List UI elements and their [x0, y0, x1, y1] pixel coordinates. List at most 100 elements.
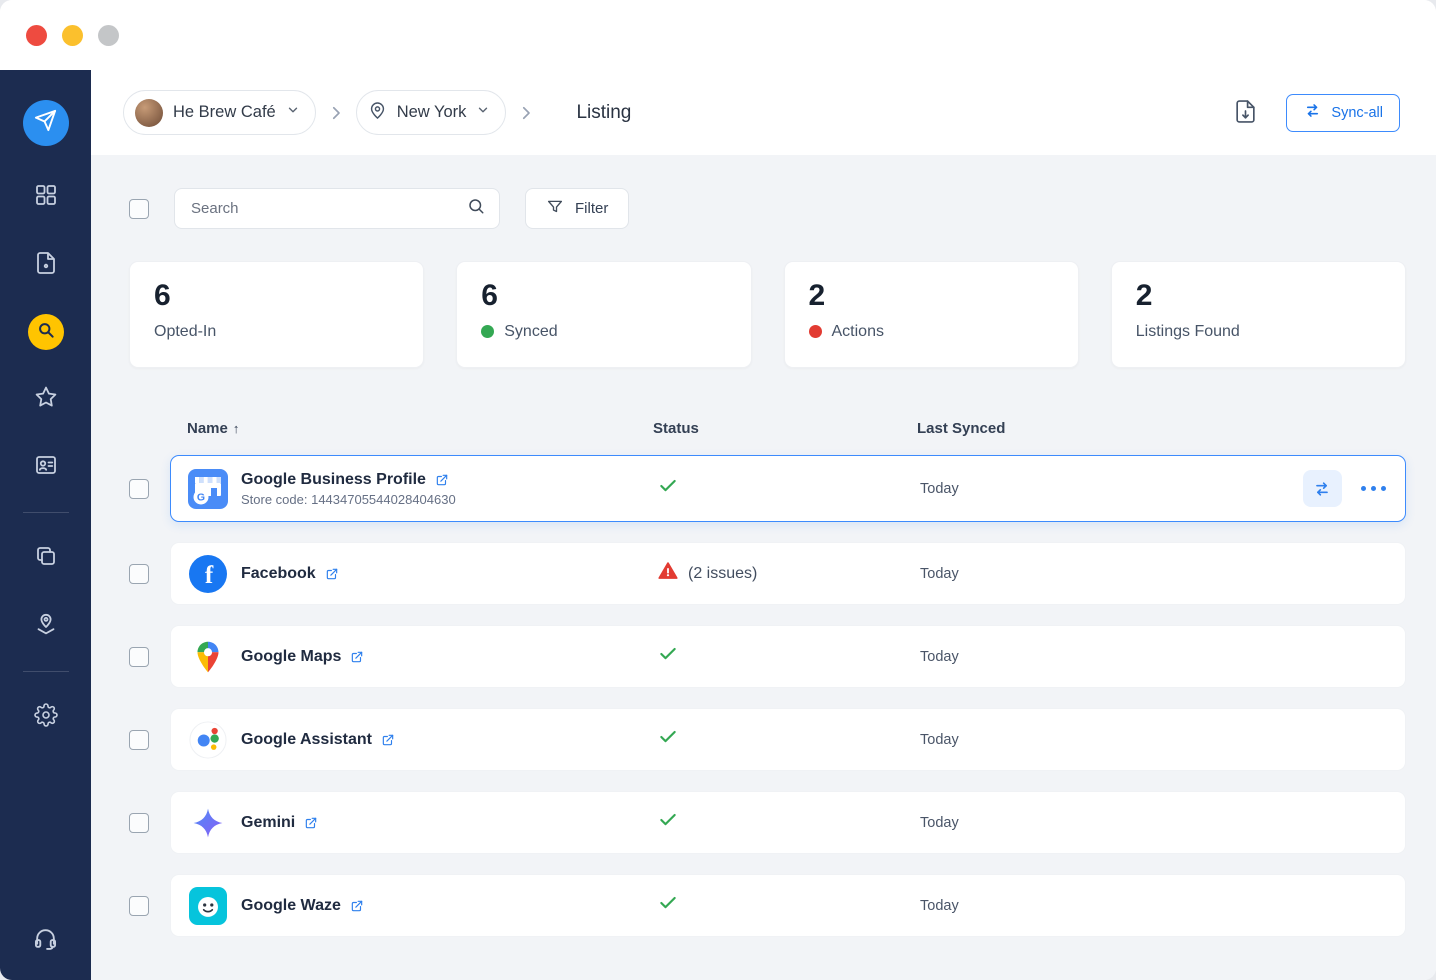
grid-icon [34, 183, 58, 212]
more-options-button[interactable] [1359, 480, 1389, 498]
google-waze-icon [188, 886, 228, 926]
external-link-icon[interactable] [304, 816, 318, 830]
close-window-button[interactable] [26, 25, 47, 46]
table-row: f Facebook [129, 542, 1406, 605]
sync-row-button[interactable] [1303, 470, 1342, 507]
sidebar-item-dashboard[interactable] [33, 184, 59, 210]
listing-row-facebook[interactable]: f Facebook [170, 542, 1406, 605]
document-icon [34, 251, 58, 280]
external-link-icon[interactable] [435, 473, 449, 487]
sidebar-item-duplicates[interactable] [33, 545, 59, 571]
column-header-name[interactable]: Name↑ [187, 420, 653, 437]
listing-row-google-assistant[interactable]: Google Assistant Today [170, 708, 1406, 771]
headset-icon [33, 926, 58, 956]
filter-label: Filter [575, 200, 608, 217]
stat-value: 2 [1136, 279, 1381, 314]
external-link-icon[interactable] [381, 733, 395, 747]
store-code: Store code: 14434705544028404630 [241, 492, 456, 507]
sidebar-item-support[interactable] [33, 928, 59, 954]
last-synced: Today [918, 898, 1238, 914]
contact-card-icon [34, 453, 58, 482]
search-input[interactable] [189, 199, 467, 218]
stat-label: Actions [832, 323, 884, 341]
paper-plane-icon [34, 109, 57, 137]
svg-text:G: G [197, 491, 205, 503]
last-synced: Today [918, 649, 1238, 665]
sync-all-label: Sync-all [1331, 105, 1383, 121]
table-row: Google Maps Today [129, 625, 1406, 688]
chevron-right-icon [517, 104, 535, 122]
row-checkbox[interactable] [129, 813, 149, 833]
gear-icon [34, 703, 58, 732]
funnel-icon [546, 198, 564, 220]
filter-button[interactable]: Filter [525, 188, 629, 229]
table-row: Gemini Today [129, 791, 1406, 854]
stat-value: 2 [809, 279, 1054, 314]
table-row: Google Waze Today [129, 874, 1406, 937]
sidebar-item-settings[interactable] [33, 704, 59, 730]
select-all-checkbox[interactable] [129, 199, 149, 219]
listing-row-google-business-profile[interactable]: G Google Business Profile Store code: 14… [170, 455, 1406, 522]
search-badge-icon [36, 320, 56, 345]
sort-ascending-icon: ↑ [233, 421, 240, 436]
row-checkbox[interactable] [129, 730, 149, 750]
business-avatar [135, 99, 163, 127]
issues-text: (2 issues) [688, 565, 757, 583]
business-name: He Brew Café [173, 103, 276, 122]
stat-card-listings-found: 2 Listings Found [1111, 261, 1406, 368]
facebook-icon: f [188, 554, 228, 594]
listing-row-gemini[interactable]: Gemini Today [170, 791, 1406, 854]
sync-all-button[interactable]: Sync-all [1286, 94, 1400, 132]
location-pin-icon [368, 101, 387, 125]
business-selector[interactable]: He Brew Café [123, 90, 316, 135]
sidebar-divider [23, 512, 69, 513]
breadcrumb: He Brew Café New York [91, 70, 1436, 155]
minimize-window-button[interactable] [62, 25, 83, 46]
stat-card-synced: 6 Synced [456, 261, 751, 368]
synced-check-icon [658, 476, 678, 501]
listing-row-google-maps[interactable]: Google Maps Today [170, 625, 1406, 688]
location-name: New York [397, 103, 467, 122]
synced-check-icon [658, 644, 678, 669]
listing-row-google-waze[interactable]: Google Waze Today [170, 874, 1406, 937]
row-checkbox[interactable] [129, 896, 149, 916]
app-logo[interactable] [23, 100, 69, 146]
star-icon [34, 385, 58, 414]
green-status-dot [481, 325, 494, 338]
sidebar-item-locations[interactable] [33, 613, 59, 639]
row-checkbox[interactable] [129, 647, 149, 667]
location-selector[interactable]: New York [356, 90, 507, 135]
app-window: He Brew Café New York [0, 0, 1436, 980]
table-header: Name↑ Status Last Synced [129, 420, 1406, 437]
google-business-profile-icon: G [188, 469, 228, 509]
stat-value: 6 [481, 279, 726, 314]
search-box [174, 188, 500, 229]
sidebar-item-listings[interactable] [28, 314, 64, 350]
synced-check-icon [658, 727, 678, 752]
row-checkbox[interactable] [129, 564, 149, 584]
sidebar-item-reviews[interactable] [33, 386, 59, 412]
synced-check-icon [658, 893, 678, 918]
sync-icon [1303, 101, 1322, 124]
fullscreen-window-button[interactable] [98, 25, 119, 46]
external-link-icon[interactable] [350, 650, 364, 664]
export-csv-button[interactable] [1231, 97, 1260, 129]
stat-card-actions: 2 Actions [784, 261, 1079, 368]
page-title: Listing [576, 102, 631, 124]
sidebar-item-contacts[interactable] [33, 454, 59, 480]
gemini-icon [188, 803, 228, 843]
copy-icon [34, 544, 58, 573]
last-synced: Today [918, 732, 1238, 748]
sidebar [0, 70, 91, 980]
row-checkbox[interactable] [129, 479, 149, 499]
sidebar-item-documents[interactable] [33, 252, 59, 278]
listing-name: Gemini [241, 814, 295, 832]
stats-row: 6 Opted-In 6 Synced 2 Actions 2 Listings… [129, 261, 1406, 368]
last-synced: Today [918, 566, 1238, 582]
stat-card-opted-in: 6 Opted-In [129, 261, 424, 368]
last-synced: Today [918, 481, 1238, 497]
search-icon [467, 197, 485, 220]
external-link-icon[interactable] [325, 567, 339, 581]
red-status-dot [809, 325, 822, 338]
external-link-icon[interactable] [350, 899, 364, 913]
